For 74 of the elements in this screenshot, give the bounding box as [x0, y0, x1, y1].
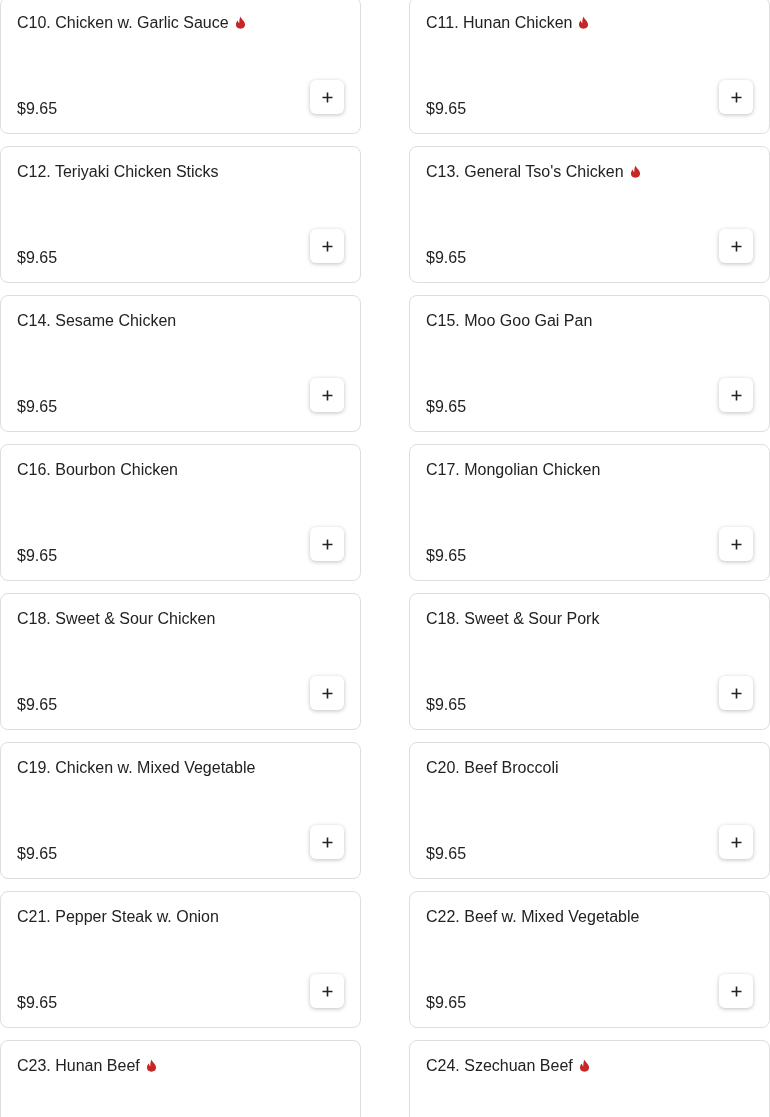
item-price: $9.65: [426, 397, 467, 417]
add-button[interactable]: [310, 229, 344, 263]
menu-item-card[interactable]: C11. Hunan Chicken $9.65: [409, 0, 770, 134]
plus-icon: [730, 687, 742, 699]
add-button[interactable]: [310, 825, 344, 859]
item-price: $9.65: [426, 546, 467, 566]
menu-item-card[interactable]: C20. Beef Broccoli $9.65: [409, 742, 770, 879]
menu-item-card[interactable]: C19. Chicken w. Mixed Vegetable $9.65: [0, 742, 361, 879]
item-name: C17. Mongolian Chicken: [426, 460, 602, 480]
menu-item-card[interactable]: C10. Chicken w. Garlic Sauce $9.65: [0, 0, 361, 134]
add-button[interactable]: [310, 80, 344, 114]
add-button[interactable]: [719, 825, 753, 859]
menu-item-card[interactable]: C24. Szechuan Beef: [409, 1040, 770, 1117]
item-name: C16. Bourbon Chicken: [17, 460, 179, 480]
menu-item-card[interactable]: C12. Teriyaki Chicken Sticks $9.65: [0, 146, 361, 283]
plus-icon: [321, 91, 333, 103]
item-price: $9.65: [17, 248, 58, 268]
item-price: $9.65: [17, 397, 58, 417]
menu-item-card[interactable]: C21. Pepper Steak w. Onion $9.65: [0, 891, 361, 1028]
item-name: C20. Beef Broccoli: [426, 758, 560, 778]
plus-icon: [730, 538, 742, 550]
item-name: C10. Chicken w. Garlic Sauce: [17, 13, 344, 33]
item-name: C13. General Tso's Chicken: [426, 162, 753, 182]
menu-item-card[interactable]: C18. Sweet & Sour Chicken $9.65: [0, 593, 361, 730]
plus-icon: [321, 240, 333, 252]
item-price: $9.65: [17, 993, 58, 1013]
item-name: C15. Moo Goo Gai Pan: [426, 311, 594, 331]
add-button[interactable]: [719, 378, 753, 412]
item-name: C14. Sesame Chicken: [17, 311, 178, 331]
item-price: $9.65: [426, 695, 467, 715]
menu-item-card[interactable]: C15. Moo Goo Gai Pan $9.65: [409, 295, 770, 432]
add-button[interactable]: [719, 80, 753, 114]
item-name: C19. Chicken w. Mixed Vegetable: [17, 758, 257, 778]
item-price: $9.65: [426, 99, 467, 119]
add-button[interactable]: [719, 676, 753, 710]
menu-item-card[interactable]: C23. Hunan Beef: [0, 1040, 361, 1117]
item-name: C23. Hunan Beef: [17, 1056, 344, 1076]
item-name: C22. Beef w. Mixed Vegetable: [426, 907, 641, 927]
item-price: $9.65: [17, 695, 58, 715]
add-button[interactable]: [719, 229, 753, 263]
add-button[interactable]: [310, 378, 344, 412]
menu-item-card[interactable]: C22. Beef w. Mixed Vegetable $9.65: [409, 891, 770, 1028]
add-button[interactable]: [310, 974, 344, 1008]
item-name: C24. Szechuan Beef: [426, 1056, 753, 1076]
menu-item-card[interactable]: C14. Sesame Chicken $9.65: [0, 295, 361, 432]
item-price: $9.65: [17, 99, 58, 119]
menu-item-card[interactable]: C13. General Tso's Chicken $9.65: [409, 146, 770, 283]
item-name: C11. Hunan Chicken: [426, 13, 753, 33]
item-name: C18. Sweet & Sour Pork: [426, 609, 601, 629]
item-price: $9.65: [17, 546, 58, 566]
item-price: $9.65: [17, 844, 58, 864]
add-button[interactable]: [719, 974, 753, 1008]
plus-icon: [321, 985, 333, 997]
plus-icon: [730, 389, 742, 401]
plus-icon: [321, 836, 333, 848]
add-button[interactable]: [719, 527, 753, 561]
plus-icon: [321, 538, 333, 550]
menu-item-card[interactable]: C17. Mongolian Chicken $9.65: [409, 444, 770, 581]
plus-icon: [730, 985, 742, 997]
plus-icon: [730, 240, 742, 252]
plus-icon: [321, 389, 333, 401]
menu-item-card[interactable]: C16. Bourbon Chicken $9.65: [0, 444, 361, 581]
plus-icon: [730, 836, 742, 848]
plus-icon: [730, 91, 742, 103]
add-button[interactable]: [310, 676, 344, 710]
item-name: C18. Sweet & Sour Chicken: [17, 609, 217, 629]
item-name: C12. Teriyaki Chicken Sticks: [17, 162, 220, 182]
plus-icon: [321, 687, 333, 699]
menu-item-card[interactable]: C18. Sweet & Sour Pork $9.65: [409, 593, 770, 730]
add-button[interactable]: [310, 527, 344, 561]
item-price: $9.65: [426, 248, 467, 268]
item-price: $9.65: [426, 844, 467, 864]
item-price: $9.65: [426, 993, 467, 1013]
item-name: C21. Pepper Steak w. Onion: [17, 907, 220, 927]
